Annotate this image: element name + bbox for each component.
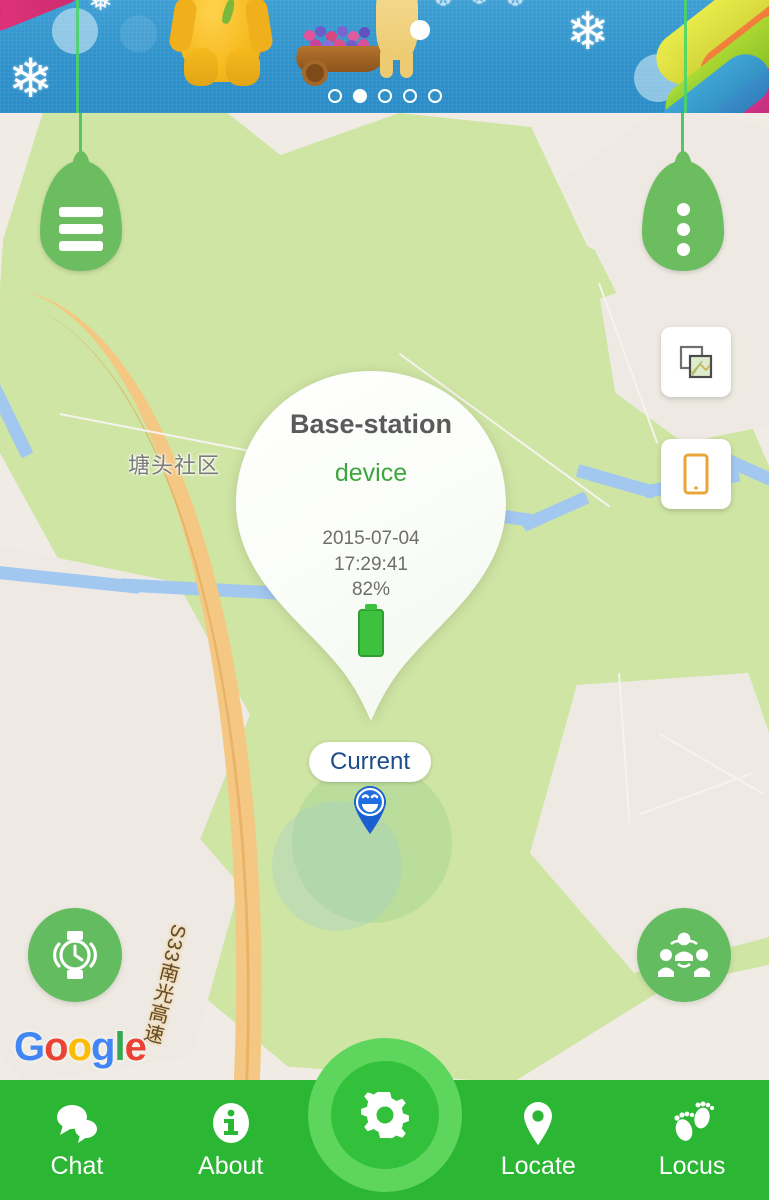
carousel-dots[interactable]: [0, 89, 769, 103]
snowflake-icon: ❆: [506, 0, 524, 10]
google-attribution-logo: Google: [14, 1025, 147, 1070]
device-button[interactable]: [661, 439, 731, 509]
map-layers-icon: [679, 345, 713, 379]
hamburger-menu-icon: [59, 241, 103, 251]
balloon-title: Base-station: [289, 409, 453, 439]
more-vertical-icon: [676, 242, 690, 256]
nav-label-about: About: [198, 1152, 264, 1180]
info-circle-icon: [207, 1099, 255, 1147]
nav-item-locate[interactable]: Locate: [461, 1080, 615, 1200]
nav-label-chat: Chat: [50, 1152, 104, 1180]
snowflake-icon: ❄: [566, 3, 610, 61]
gear-icon: [360, 1091, 409, 1139]
hamburger-menu-icon: [59, 224, 103, 234]
footprints-icon: [668, 1099, 716, 1147]
balloon-metadata: 2015-07-04 17:29:41 82%: [236, 526, 506, 603]
bottom-navigation-bar: Chat About Locate Locus: [0, 1038, 769, 1200]
battery-full-icon: [358, 604, 384, 657]
family-group-icon: [658, 932, 710, 977]
logo-letter: g: [91, 1025, 115, 1069]
logo-letter: G: [14, 1025, 45, 1069]
balloon-battery-percent: 82%: [351, 579, 391, 601]
carousel-dot[interactable]: [377, 89, 392, 103]
map-layers-button[interactable]: [661, 327, 731, 397]
carousel-dot[interactable]: [427, 89, 442, 103]
balloon-date: 2015-07-04: [322, 528, 420, 549]
logo-letter: l: [114, 1025, 125, 1069]
donkey-mascot-image: [372, 0, 432, 78]
nav-item-locus[interactable]: Locus: [615, 1080, 769, 1200]
current-location-pin[interactable]: [351, 785, 389, 835]
phone-device-icon: [683, 453, 709, 495]
hamburger-menu-icon: [59, 207, 103, 217]
more-vertical-icon: [676, 222, 690, 236]
nav-label-locate: Locate: [500, 1152, 576, 1180]
watch-button[interactable]: [28, 908, 122, 1002]
map-label-neighborhood: 塘头社区: [128, 453, 221, 478]
bear-mascot-image: [167, 0, 275, 86]
nav-label-locus: Locus: [658, 1152, 726, 1180]
smartwatch-icon: [53, 931, 97, 979]
snowflake-icon: ❅: [88, 0, 114, 17]
nav-item-about[interactable]: About: [154, 1080, 308, 1200]
settings-fab-ring: [307, 1038, 462, 1192]
nav-item-chat[interactable]: Chat: [0, 1080, 154, 1200]
balloon-time: 17:29:41: [334, 553, 408, 575]
carousel-dot-active[interactable]: [352, 89, 367, 103]
family-group-button[interactable]: [637, 908, 731, 1002]
settings-fab-button[interactable]: [330, 1061, 439, 1169]
current-location-label[interactable]: Current: [309, 742, 431, 782]
snowflake-icon: ❆: [470, 0, 488, 8]
app-root: ❄ ❅ ❄ ❆ ❆ ❆: [0, 0, 769, 1200]
logo-letter: o: [44, 1025, 68, 1069]
balloon-subtitle: device: [334, 459, 408, 487]
more-vertical-icon: [676, 202, 690, 216]
map-pin-icon: [514, 1099, 562, 1147]
snowflake-icon: ❆: [434, 0, 452, 10]
smiley-pin-icon: [354, 786, 386, 834]
chat-bubbles-icon: [53, 1099, 101, 1147]
promo-banner-carousel[interactable]: ❄ ❅ ❄ ❆ ❆ ❆: [0, 0, 769, 113]
carousel-dot[interactable]: [402, 89, 417, 103]
logo-letter: e: [124, 1025, 147, 1069]
carousel-dot[interactable]: [327, 89, 342, 103]
device-info-balloon[interactable]: Base-station device 2015-07-04 17:29:41 …: [236, 371, 506, 721]
map-canvas[interactable]: 塘头社区 S33南光高速 Base-station device 2015-07…: [0, 113, 769, 1080]
logo-letter: o: [67, 1025, 92, 1069]
